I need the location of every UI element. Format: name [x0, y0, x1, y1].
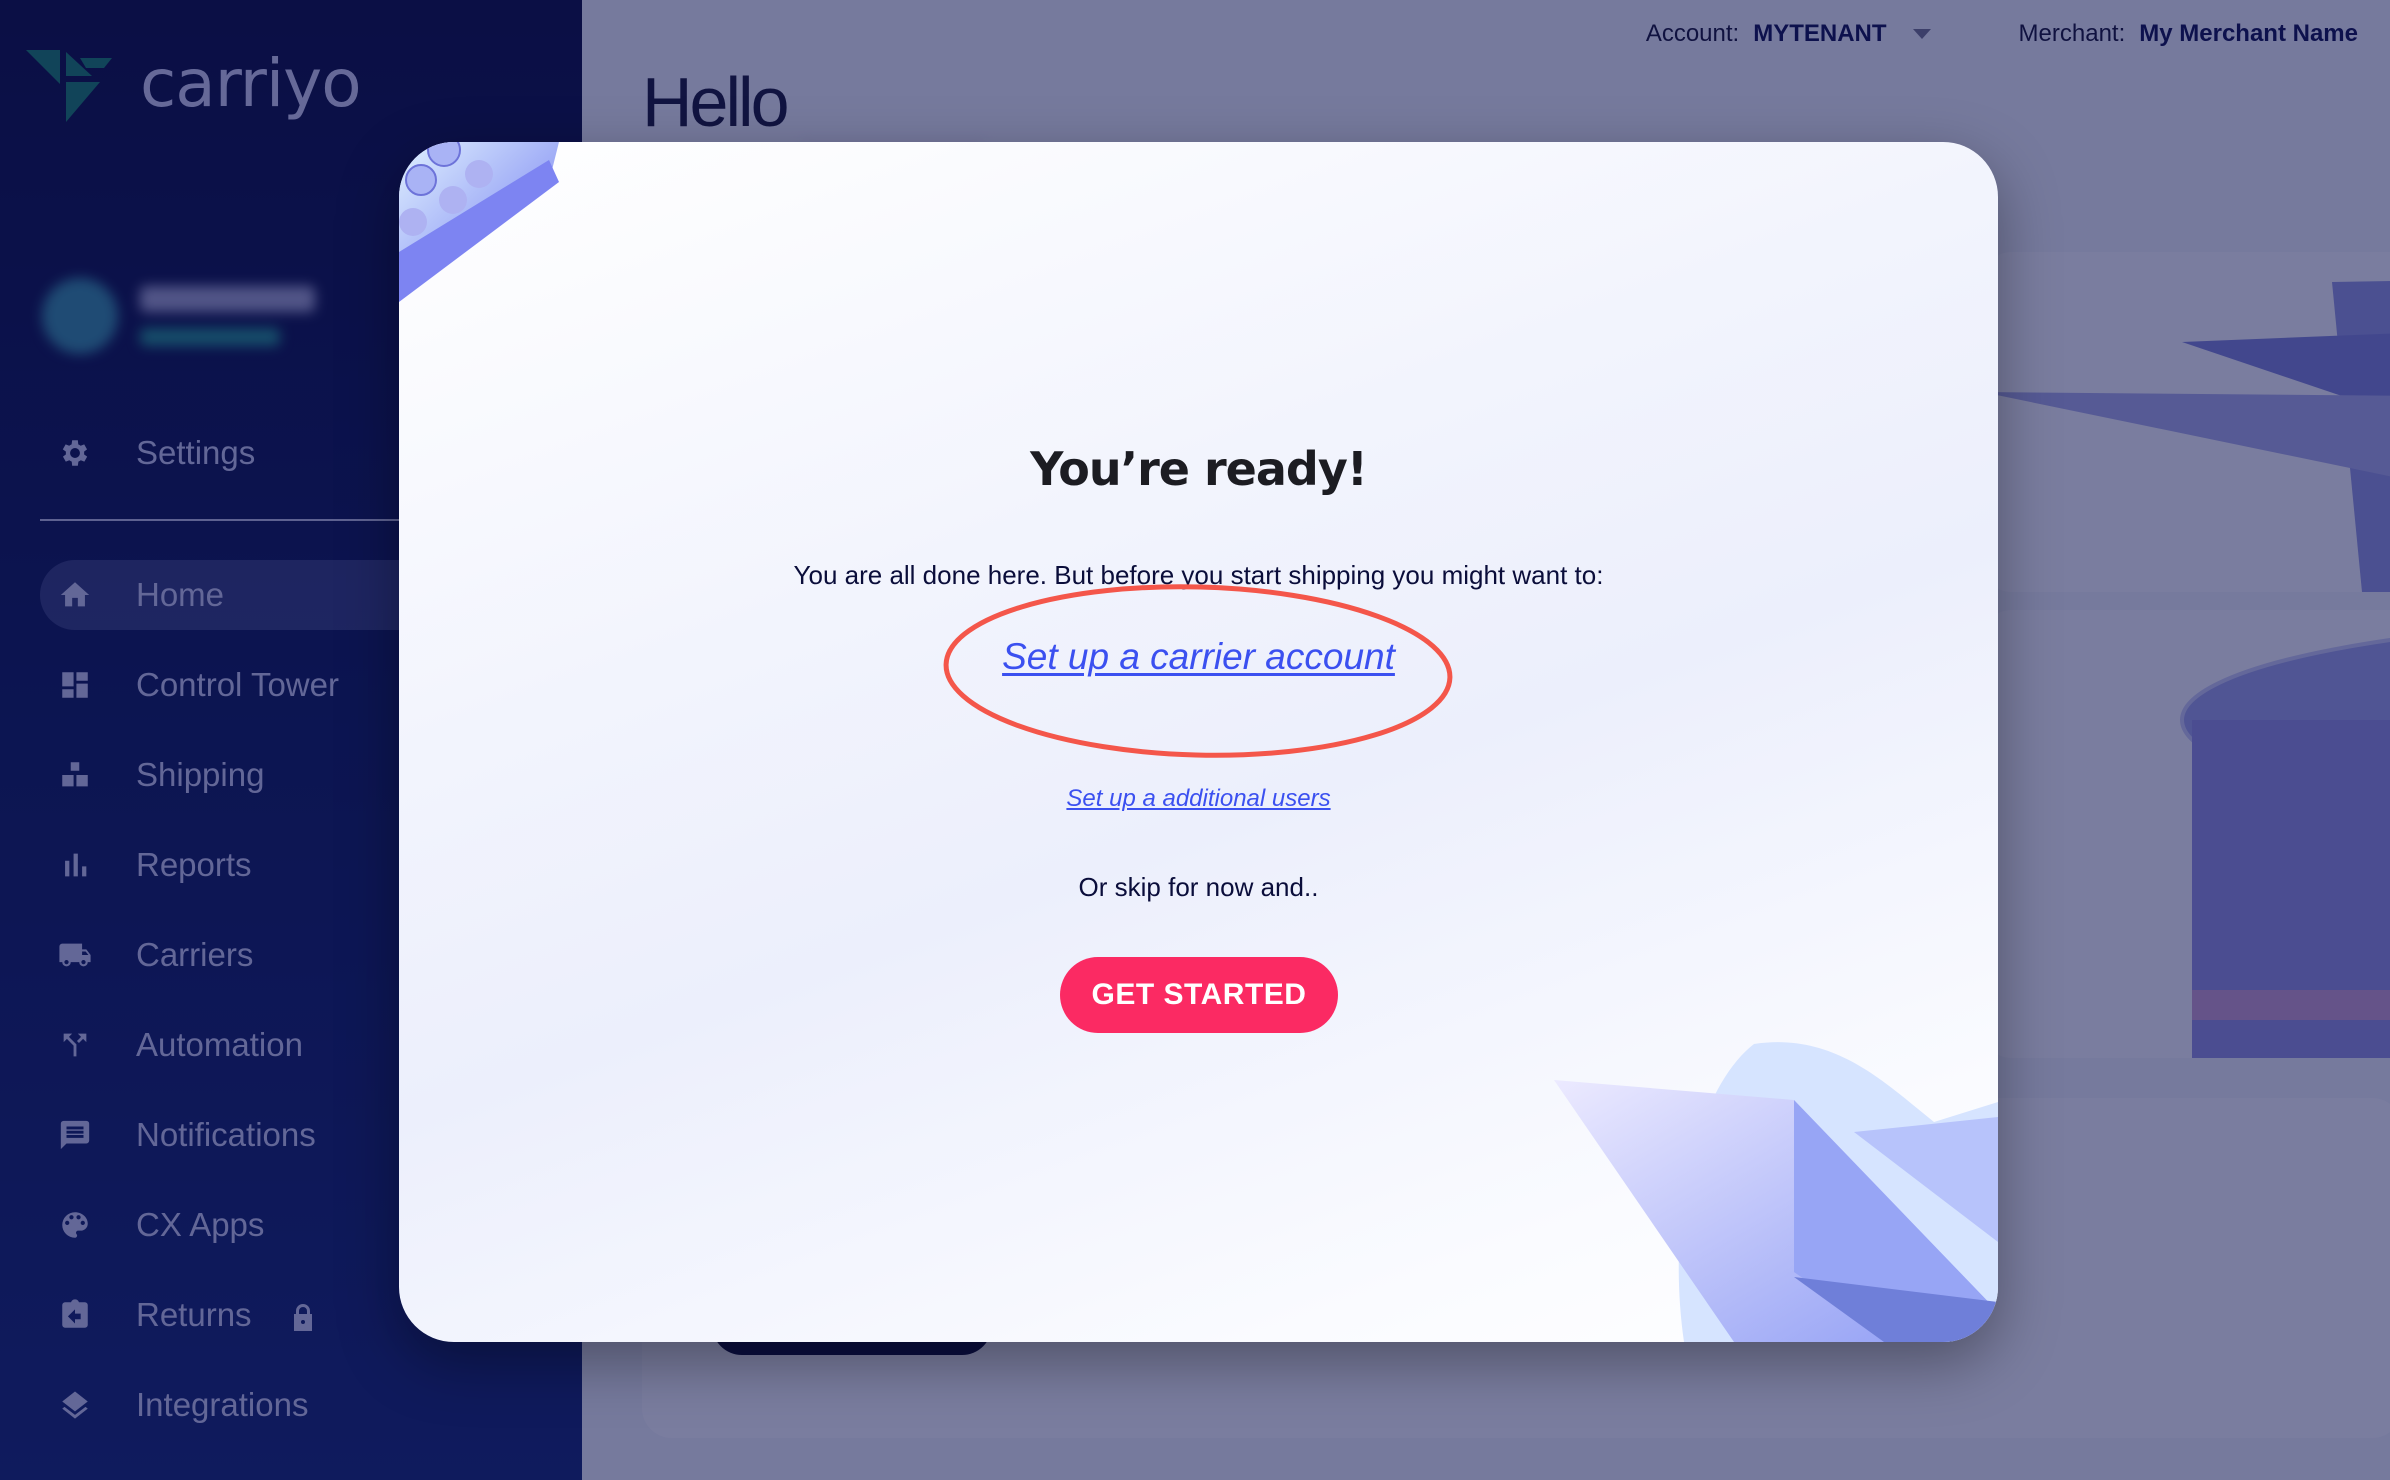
skip-text: Or skip for now and..: [1078, 872, 1319, 902]
obscured-link-text: [399, 722, 1998, 733]
modal-title: You’re ready!: [1030, 442, 1368, 496]
decorative-tray-illustration: [399, 142, 559, 302]
get-started-button[interactable]: GET STARTED: [1060, 957, 1338, 1033]
setup-carrier-account-link[interactable]: Set up a carrier account: [399, 636, 1998, 678]
decorative-paper-plane-illustration: [1554, 1042, 1998, 1342]
modal-subtitle: You are all done here. But before you st…: [793, 560, 1604, 590]
onboarding-complete-modal: You’re ready! You are all done here. But…: [399, 142, 1998, 1342]
setup-additional-users-link[interactable]: Set up a additional users: [399, 785, 1998, 813]
